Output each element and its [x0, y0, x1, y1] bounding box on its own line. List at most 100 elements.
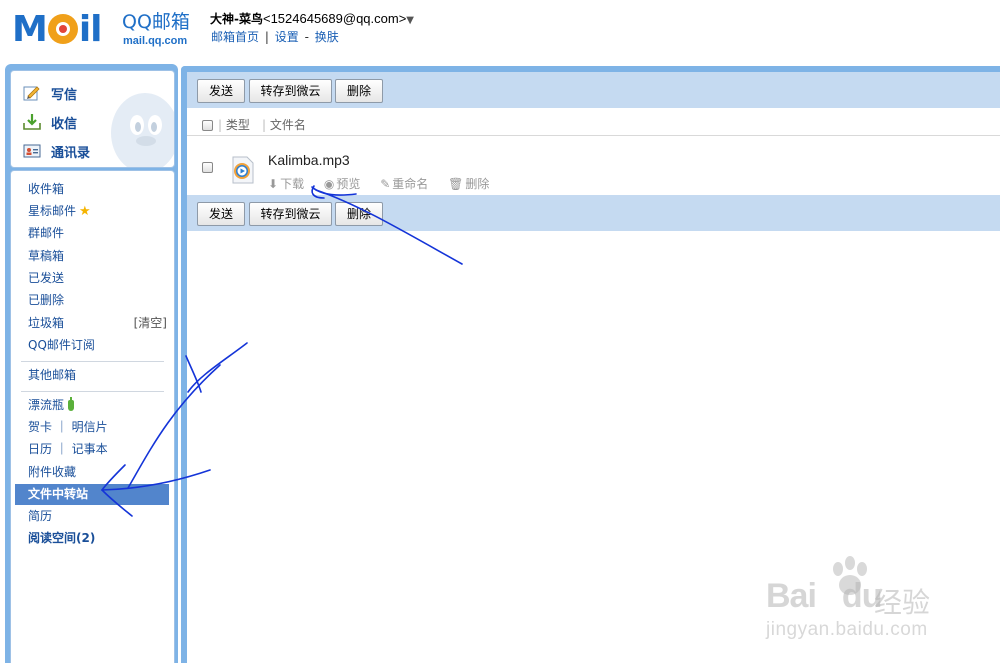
preview-link[interactable]: ◉ 预览 — [324, 177, 361, 191]
bottom-toolbar: 发送 转存到微云 删除 — [187, 195, 1000, 231]
file-list-header: | 类型 | 文件名 — [187, 112, 1000, 136]
send-button-bottom[interactable]: 发送 — [197, 202, 245, 226]
app-drift-bottle[interactable]: 漂流瓶 — [11, 395, 174, 416]
folder-label: 垃圾箱 — [28, 316, 65, 330]
column-separator: | — [262, 118, 267, 132]
delete-file-link[interactable]: 🗑 删除 — [448, 177, 489, 191]
header-links: 邮箱首页 | 设置 - 换肤 — [211, 29, 339, 45]
folder-label: 星标邮件 — [28, 204, 77, 218]
contacts-button[interactable]: 通讯录 — [23, 140, 90, 162]
receive-button[interactable]: 收信 — [23, 111, 77, 133]
folder-sent[interactable]: 已发送 — [11, 268, 174, 289]
divider — [21, 391, 164, 392]
file-name[interactable]: Kalimba.mp3 — [268, 152, 350, 168]
write-icon — [23, 86, 40, 101]
link-settings[interactable]: 设置 — [275, 30, 299, 44]
user-account[interactable]: 大神-菜鸟<1524645689@qq.com>▼ — [210, 11, 414, 29]
app-cards[interactable]: 贺卡 ｜ 明信片 — [11, 417, 174, 438]
eye-icon: ◉ — [323, 177, 335, 191]
file-checkbox[interactable] — [202, 162, 213, 173]
column-type-label: 类型 — [225, 118, 250, 132]
rename-label: 重命名 — [392, 177, 429, 191]
app-label: 阅读空间(2) — [28, 531, 96, 545]
folder-label: 草稿箱 — [28, 249, 65, 263]
logo-wordmark: Mil — [12, 9, 103, 50]
watermark-url: jingyan.baidu.com — [766, 619, 928, 640]
qq-penguin-icon — [111, 93, 174, 167]
empty-spam-link[interactable]: [清空] — [134, 313, 167, 334]
app-reading-space[interactable]: 阅读空间(2) — [11, 528, 174, 549]
delete-button-bottom[interactable]: 删除 — [335, 202, 383, 226]
folder-label: 其他邮箱 — [28, 368, 77, 382]
delete-file-label: 删除 — [465, 177, 490, 191]
app-resume[interactable]: 简历 — [11, 506, 174, 527]
app-calendar[interactable]: 日历 ｜ 记事本 — [11, 439, 174, 460]
select-all-checkbox[interactable] — [202, 120, 213, 131]
send-button[interactable]: 发送 — [197, 79, 245, 103]
link-mail-home[interactable]: 邮箱首页 — [211, 30, 259, 44]
save-to-weiyun-button-bottom[interactable]: 转存到微云 — [249, 202, 332, 226]
contacts-label: 通讯录 — [51, 145, 91, 161]
left-sidebar: 写信 收信 通讯录 收件箱 星标邮件 ★ 群邮件 草稿箱 已发送 已删除 垃圾箱… — [5, 64, 178, 663]
folder-label: QQ邮件订阅 — [28, 338, 95, 352]
app-file-transfer[interactable]: 文件中转站 — [15, 484, 169, 505]
receive-label: 收信 — [51, 116, 78, 132]
folder-label: 已发送 — [28, 271, 65, 285]
file-row[interactable]: Kalimba.mp3 ⬇ 下载 ◉ 预览 ✎ 重命名 🗑 删除 — [187, 142, 1000, 192]
user-email: <1524645689@qq.com> — [262, 11, 407, 26]
link-skin[interactable]: 换肤 — [315, 30, 339, 44]
account-dropdown-icon[interactable]: ▼ — [406, 15, 414, 26]
other-mailboxes[interactable]: 其他邮箱 — [11, 365, 174, 386]
qq-mail-window: Mil QQ邮箱 mail.qq.com 大神-菜鸟<1524645689@qq… — [0, 0, 1000, 663]
column-filename[interactable]: | 文件名 — [262, 116, 306, 133]
compose-button[interactable]: 写信 — [23, 82, 77, 104]
folder-label: 已删除 — [28, 293, 65, 307]
pencil-icon: ✎ — [380, 177, 391, 191]
preview-label: 预览 — [336, 177, 361, 191]
download-link[interactable]: ⬇ 下载 — [268, 177, 304, 191]
compose-label: 写信 — [51, 87, 78, 103]
qq-mail-logo[interactable]: Mil QQ邮箱 mail.qq.com — [12, 10, 197, 50]
folder-subscriptions[interactable]: QQ邮件订阅 — [11, 335, 174, 356]
app-label: 文件中转站 — [28, 487, 89, 501]
user-nickname: 大神-菜鸟 — [210, 12, 263, 26]
column-type[interactable]: | 类型 — [218, 116, 250, 133]
top-toolbar: 发送 转存到微云 删除 — [187, 72, 1000, 108]
watermark-product: 经验 — [874, 586, 931, 619]
logo-brand-url: mail.qq.com — [123, 35, 188, 47]
app-label: 附件收藏 — [28, 465, 77, 479]
folder-starred[interactable]: 星标邮件 ★ — [11, 201, 174, 222]
folder-inbox[interactable]: 收件箱 — [11, 179, 174, 200]
download-label: 下载 — [280, 177, 305, 191]
watermark-brand: Bai du — [766, 577, 882, 615]
folder-drafts[interactable]: 草稿箱 — [11, 246, 174, 267]
logo-brand-name: QQ邮箱 — [122, 11, 190, 33]
rename-link[interactable]: ✎ 重命名 — [380, 177, 428, 191]
trash-icon: 🗑 — [448, 177, 464, 191]
download-icon: ⬇ — [268, 177, 279, 191]
quick-actions-panel: 写信 收信 通讯录 — [10, 70, 175, 168]
app-label: 漂流瓶 — [28, 398, 65, 412]
link-separator: - — [304, 30, 309, 44]
column-separator: | — [218, 118, 223, 132]
star-icon: ★ — [79, 204, 91, 219]
media-file-icon — [232, 156, 254, 184]
app-label: 简历 — [28, 509, 53, 523]
logo-o-icon — [47, 14, 78, 44]
app-label: 贺卡 ｜ 明信片 — [28, 420, 108, 434]
folder-label: 群邮件 — [28, 226, 65, 240]
bottle-icon — [68, 397, 75, 411]
header: Mil QQ邮箱 mail.qq.com 大神-菜鸟<1524645689@qq… — [0, 0, 1000, 62]
folder-deleted[interactable]: 已删除 — [11, 290, 174, 311]
app-attachment-favorites[interactable]: 附件收藏 — [11, 462, 174, 483]
file-actions: ⬇ 下载 ◉ 预览 ✎ 重命名 🗑 删除 — [268, 175, 505, 192]
app-label: 日历 ｜ 记事本 — [28, 442, 108, 456]
save-to-weiyun-button[interactable]: 转存到微云 — [249, 79, 332, 103]
receive-icon — [23, 114, 41, 130]
folder-list: 收件箱 星标邮件 ★ 群邮件 草稿箱 已发送 已删除 垃圾箱 [清空] QQ邮件订阅… — [10, 170, 175, 663]
contacts-icon — [23, 144, 41, 158]
column-filename-label: 文件名 — [269, 118, 306, 132]
folder-spam[interactable]: 垃圾箱 [清空] — [11, 313, 174, 334]
folder-group-mail[interactable]: 群邮件 — [11, 223, 174, 244]
delete-button[interactable]: 删除 — [335, 79, 383, 103]
